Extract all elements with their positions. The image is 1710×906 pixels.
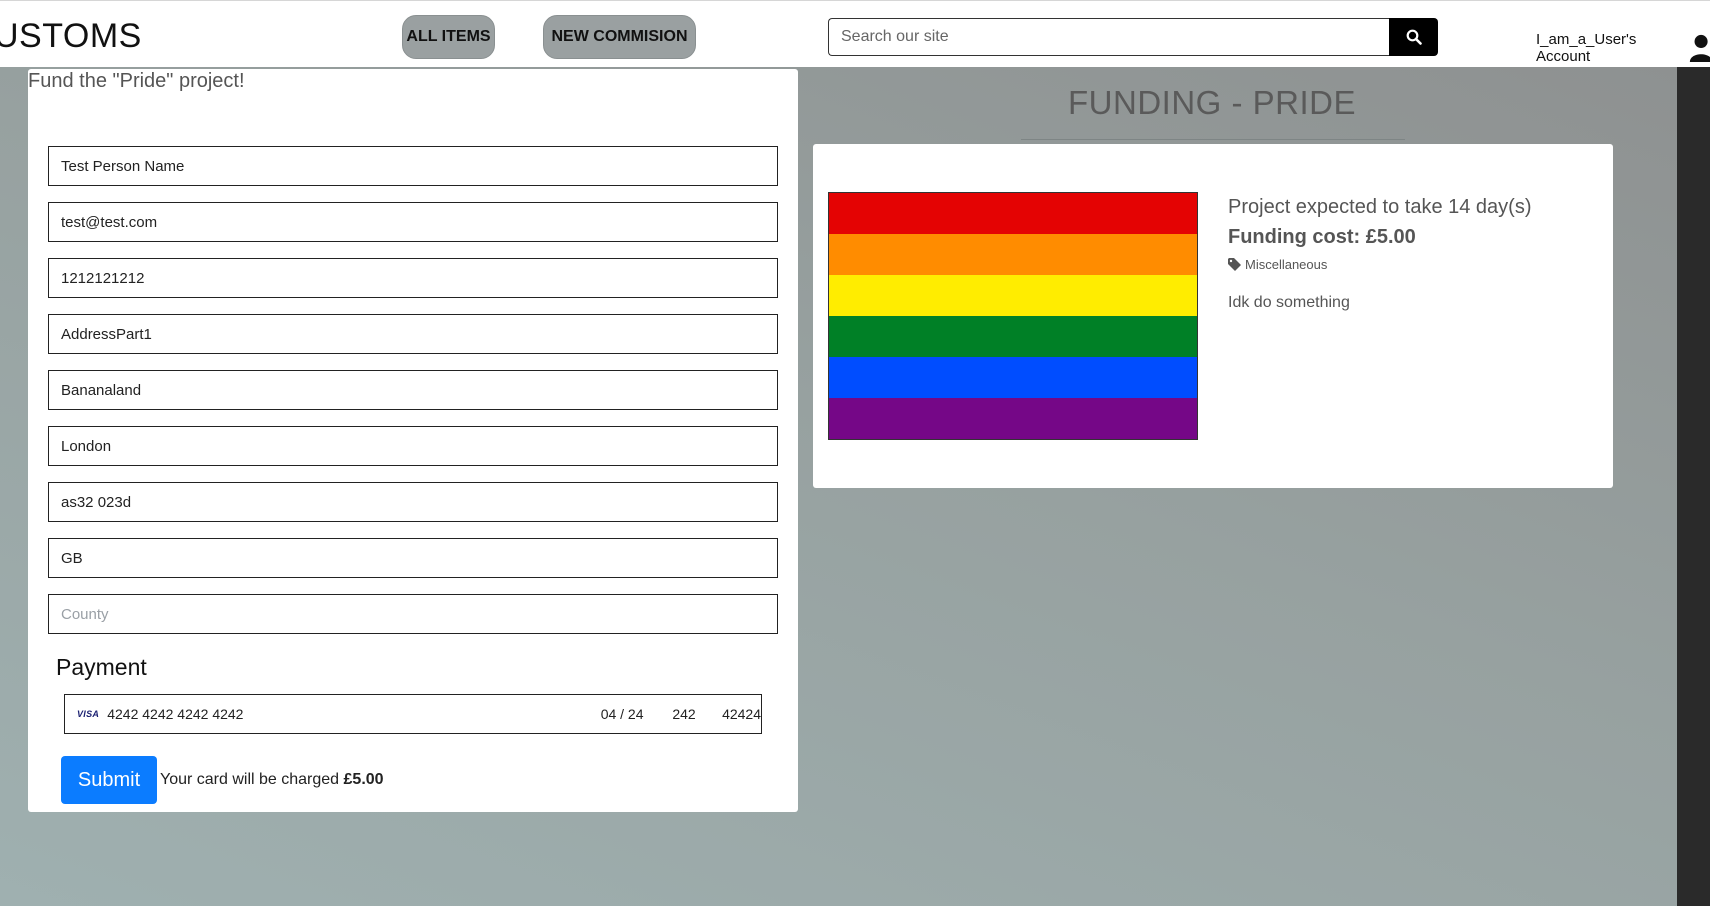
user-icon [1689,34,1710,63]
tag-icon [1228,258,1241,271]
search-icon [1406,29,1422,45]
charge-amount: £5.00 [343,771,384,788]
card-input[interactable]: VISA 4242 4242 4242 4242 04 / 24 242 424… [64,694,762,734]
email-field[interactable] [48,202,778,242]
card-number[interactable]: 4242 4242 4242 4242 [107,706,600,722]
flag-stripe-green [829,316,1197,357]
project-image [828,192,1198,440]
flag-stripe-yellow [829,275,1197,316]
funding-cost: Funding cost: £5.00 [1228,226,1416,248]
postcode-field[interactable] [48,482,778,522]
county-field[interactable] [48,594,778,634]
payment-heading: Payment [56,654,147,680]
card-postal[interactable]: 42424 [722,706,761,722]
form-title: Fund the "Pride" project! [28,70,245,92]
project-card: Project expected to take 14 day(s) Fundi… [813,144,1613,488]
funding-form-card: Fund the "Pride" project! Payment VISA 4… [28,69,798,812]
scrollbar-strip[interactable] [1677,67,1710,906]
page-title: FUNDING - PRIDE [1068,84,1356,121]
account-link[interactable]: I_am_a_User's Account [1536,31,1710,65]
charge-text: Your card will be charged [160,771,344,788]
card-expiry[interactable]: 04 / 24 [601,706,673,722]
flag-stripe-orange [829,234,1197,275]
nav-all-items-button[interactable]: ALL ITEMS [402,15,495,59]
flag-stripe-red [829,193,1197,234]
search-button[interactable] [1389,18,1438,56]
page: USTOMS ALL ITEMS NEW COMMISION I_am_a_Us… [0,0,1710,906]
category-tag[interactable]: Miscellaneous [1228,257,1327,272]
search-input[interactable] [828,18,1389,56]
card-cvc[interactable]: 242 [672,706,722,722]
flag-stripe-purple [829,398,1197,439]
header: USTOMS ALL ITEMS NEW COMMISION I_am_a_Us… [0,0,1710,67]
submit-button[interactable]: Submit [61,756,157,804]
address-line1-field[interactable] [48,314,778,354]
address-line2-field[interactable] [48,370,778,410]
project-duration: Project expected to take 14 day(s) [1228,196,1532,218]
nav-new-commision-button[interactable]: NEW COMMISION [543,15,696,59]
country-field[interactable] [48,538,778,578]
account-label: I_am_a_User's Account [1536,31,1637,65]
name-field[interactable] [48,146,778,186]
search-bar [828,18,1438,56]
city-field[interactable] [48,426,778,466]
project-description: Idk do something [1228,294,1350,311]
phone-field[interactable] [48,258,778,298]
title-divider [1021,139,1405,140]
category-label: Miscellaneous [1245,257,1328,272]
visa-card-icon: VISA [77,709,100,719]
brand-logo[interactable]: USTOMS [0,17,142,56]
charge-notice: Your card will be charged £5.00 [160,771,384,789]
flag-stripe-blue [829,357,1197,398]
